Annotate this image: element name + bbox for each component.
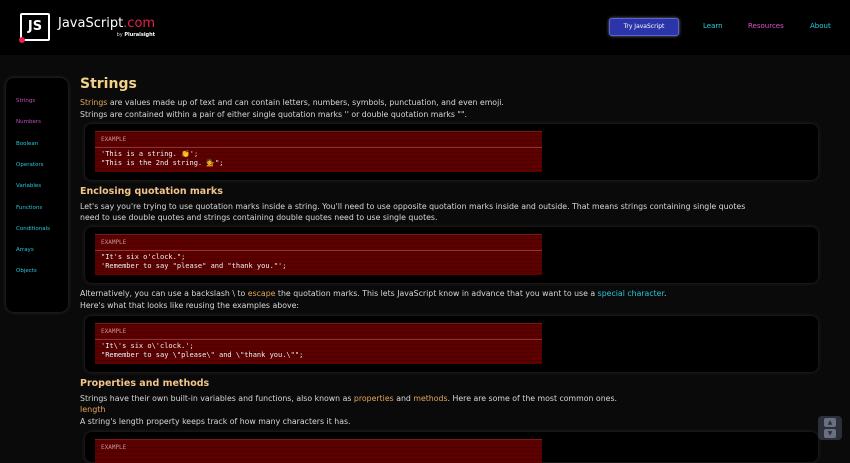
section-title-properties: Properties and methods: [80, 378, 210, 389]
page-title: Strings: [80, 76, 137, 92]
scroll-up-icon[interactable]: ▲: [824, 418, 836, 427]
code-box-3: EXAMPLE 'It\'s six o\'clock.'; "Remember…: [95, 323, 542, 364]
example-card-2: EXAMPLE "It's six o'clock."; 'Remember t…: [85, 227, 818, 283]
site-header: JS JavaScript.com by Pluralsight Try Jav…: [0, 0, 850, 55]
logo-dot-icon: [19, 37, 25, 43]
scroll-control[interactable]: ▲ ▼: [818, 416, 842, 440]
top-nav: Try JavaScript Learn Resources About: [0, 18, 850, 36]
nav-resources[interactable]: Resources: [748, 22, 784, 30]
length-heading: length: [80, 405, 106, 414]
alt-text-c: .: [663, 289, 667, 298]
nav-about[interactable]: About: [810, 22, 831, 30]
sidebar-item-numbers[interactable]: Numbers: [16, 119, 41, 125]
example-label: EXAMPLE: [101, 136, 127, 143]
example-card-4: EXAMPLE: [85, 432, 818, 463]
code-line: 'It\'s six o\'clock.';: [101, 342, 194, 350]
props-text-b: . Here are some of the most common ones.: [447, 394, 617, 403]
methods-link[interactable]: methods: [413, 394, 447, 403]
alt-text-b: the quotation marks. This lets JavaScrip…: [275, 289, 598, 298]
alt-text-a: Alternatively, you can use a backslash \…: [80, 289, 248, 298]
enclosing-paragraph-1: Let's say you're trying to use quotation…: [80, 202, 746, 211]
properties-paragraph: Strings have their own built-in variable…: [80, 393, 617, 404]
length-description: A string's length property keeps track o…: [80, 417, 351, 426]
example-card-3: EXAMPLE 'It\'s six o\'clock.'; "Remember…: [85, 316, 818, 372]
topic-sidebar: Strings Numbers Boolean Operators Variables F…: [6, 78, 68, 312]
code-line: "This is the 2nd string. 💁";: [101, 159, 224, 167]
example-card-1: EXAMPLE 'This is a string. 👏'; "This is …: [85, 124, 818, 180]
code-line: 'Remember to say "please" and "thank you…: [101, 262, 287, 270]
code-line: "It's six o'clock.";: [101, 253, 186, 261]
try-javascript-button[interactable]: Try JavaScript: [609, 18, 679, 36]
props-text-and: and: [393, 394, 414, 403]
scroll-down-icon[interactable]: ▼: [824, 429, 836, 438]
nav-learn[interactable]: Learn: [703, 22, 723, 30]
sidebar-item-functions[interactable]: Functions: [16, 205, 42, 211]
section-title-enclosing: Enclosing quotation marks: [80, 186, 223, 197]
sidebar-item-variables[interactable]: Variables: [16, 183, 41, 189]
enclosing-paragraph-2: need to use double quotes and strings co…: [80, 213, 438, 222]
special-character-link[interactable]: special character: [598, 289, 664, 298]
intro-line2: Strings are contained within a pair of e…: [80, 110, 468, 119]
example-label: EXAMPLE: [101, 328, 127, 335]
sidebar-item-objects[interactable]: Objects: [16, 268, 37, 274]
escape-link[interactable]: escape: [248, 289, 276, 298]
sidebar-item-arrays[interactable]: Arrays: [16, 247, 34, 253]
code-box-1: EXAMPLE 'This is a string. 👏'; "This is …: [95, 131, 542, 172]
sidebar-item-strings[interactable]: Strings: [16, 98, 35, 104]
sidebar-item-operators[interactable]: Operators: [16, 162, 43, 168]
sidebar-item-conditionals[interactable]: Conditionals: [16, 226, 50, 232]
code-box-2: EXAMPLE "It's six o'clock."; 'Remember t…: [95, 234, 542, 275]
code-line: "Remember to say \"please\" and \"thank …: [101, 351, 304, 359]
code-box-4: EXAMPLE: [95, 439, 542, 463]
intro-strings-link[interactable]: Strings: [80, 98, 107, 107]
intro-text: are values made up of text and can conta…: [107, 98, 504, 107]
props-text-a: Strings have their own built-in variable…: [80, 394, 354, 403]
sidebar-item-boolean[interactable]: Boolean: [16, 141, 38, 147]
intro-paragraph: Strings are values made up of text and c…: [80, 97, 504, 108]
example-label: EXAMPLE: [101, 444, 127, 451]
example-label: EXAMPLE: [101, 239, 127, 246]
alternative-paragraph: Alternatively, you can use a backslash \…: [80, 288, 666, 299]
properties-link[interactable]: properties: [354, 394, 394, 403]
alternative-line2: Here's what that looks like reusing the …: [80, 301, 300, 310]
code-line: 'This is a string. 👏';: [101, 150, 199, 158]
